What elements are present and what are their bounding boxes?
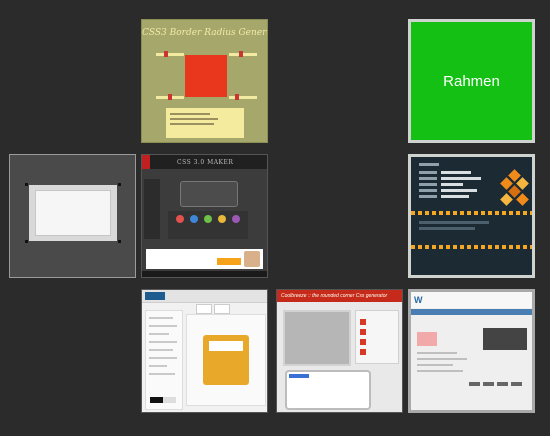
- cool-options: [355, 310, 399, 364]
- tile-css3-border-radius-generator[interactable]: CSS3 Border Radius Generator: [141, 19, 268, 143]
- tile-yellow-box-builder[interactable]: [141, 289, 268, 413]
- wp-header: W: [411, 292, 532, 308]
- slider-top-right: [229, 51, 257, 57]
- wp-logo: W: [414, 295, 423, 305]
- wp-nav: [411, 309, 532, 315]
- wp-button: [497, 382, 508, 386]
- wp-button: [511, 382, 522, 386]
- cool-title: Coolbreeze :: the rounded corner Css gen…: [281, 293, 388, 299]
- maker-ad-banner: [146, 249, 263, 269]
- maker-preview-box: [180, 181, 238, 207]
- slider-bottom-left: [156, 94, 184, 100]
- maker-leftnav: [144, 179, 160, 239]
- tile-css3-maker[interactable]: CSS 3.0 MAKER: [141, 154, 268, 278]
- tile-diamond-pattern[interactable]: [408, 154, 535, 278]
- slider-bottom-right: [229, 94, 257, 100]
- tile-wordpress-themeshock[interactable]: W: [408, 289, 535, 413]
- cool-header: Coolbreeze :: the rounded corner Css gen…: [277, 290, 402, 302]
- builder-canvas: [186, 314, 266, 406]
- frame-preview: [29, 185, 117, 241]
- builder-tab: [196, 304, 212, 314]
- css-output-box: [166, 108, 244, 138]
- handle-icon: [25, 240, 28, 243]
- tile-dark-frame[interactable]: [9, 154, 136, 278]
- handle-icon: [118, 240, 121, 243]
- preview-square: [185, 55, 227, 97]
- builder-sidebar: [145, 310, 183, 410]
- rahmen-green-box: Rahmen: [411, 22, 532, 140]
- tile-coolbreeze-generator[interactable]: Coolbreeze :: the rounded corner Css gen…: [276, 289, 403, 413]
- slider-top-left: [156, 51, 184, 57]
- yellow-preview-box: [203, 335, 249, 385]
- wp-ad: [417, 332, 437, 346]
- builder-topbar: [142, 290, 267, 303]
- handle-icon: [118, 183, 121, 186]
- cool-code-box: [285, 370, 371, 410]
- maker-logo: CSS 3.0 MAKER: [177, 159, 234, 166]
- builder-logo: [145, 292, 165, 300]
- wp-button: [483, 382, 494, 386]
- maker-panel: [168, 211, 248, 239]
- builder-tab: [214, 304, 230, 314]
- wp-button: [469, 382, 480, 386]
- themeshock-banner: [483, 328, 527, 350]
- tile-rahmen[interactable]: Rahmen: [408, 19, 535, 143]
- handle-icon: [25, 183, 28, 186]
- maker-topbar: CSS 3.0 MAKER: [142, 155, 267, 169]
- cool-preview: [283, 310, 351, 366]
- tile-title: CSS3 Border Radius Generator: [142, 28, 267, 38]
- rahmen-label: Rahmen: [443, 72, 500, 90]
